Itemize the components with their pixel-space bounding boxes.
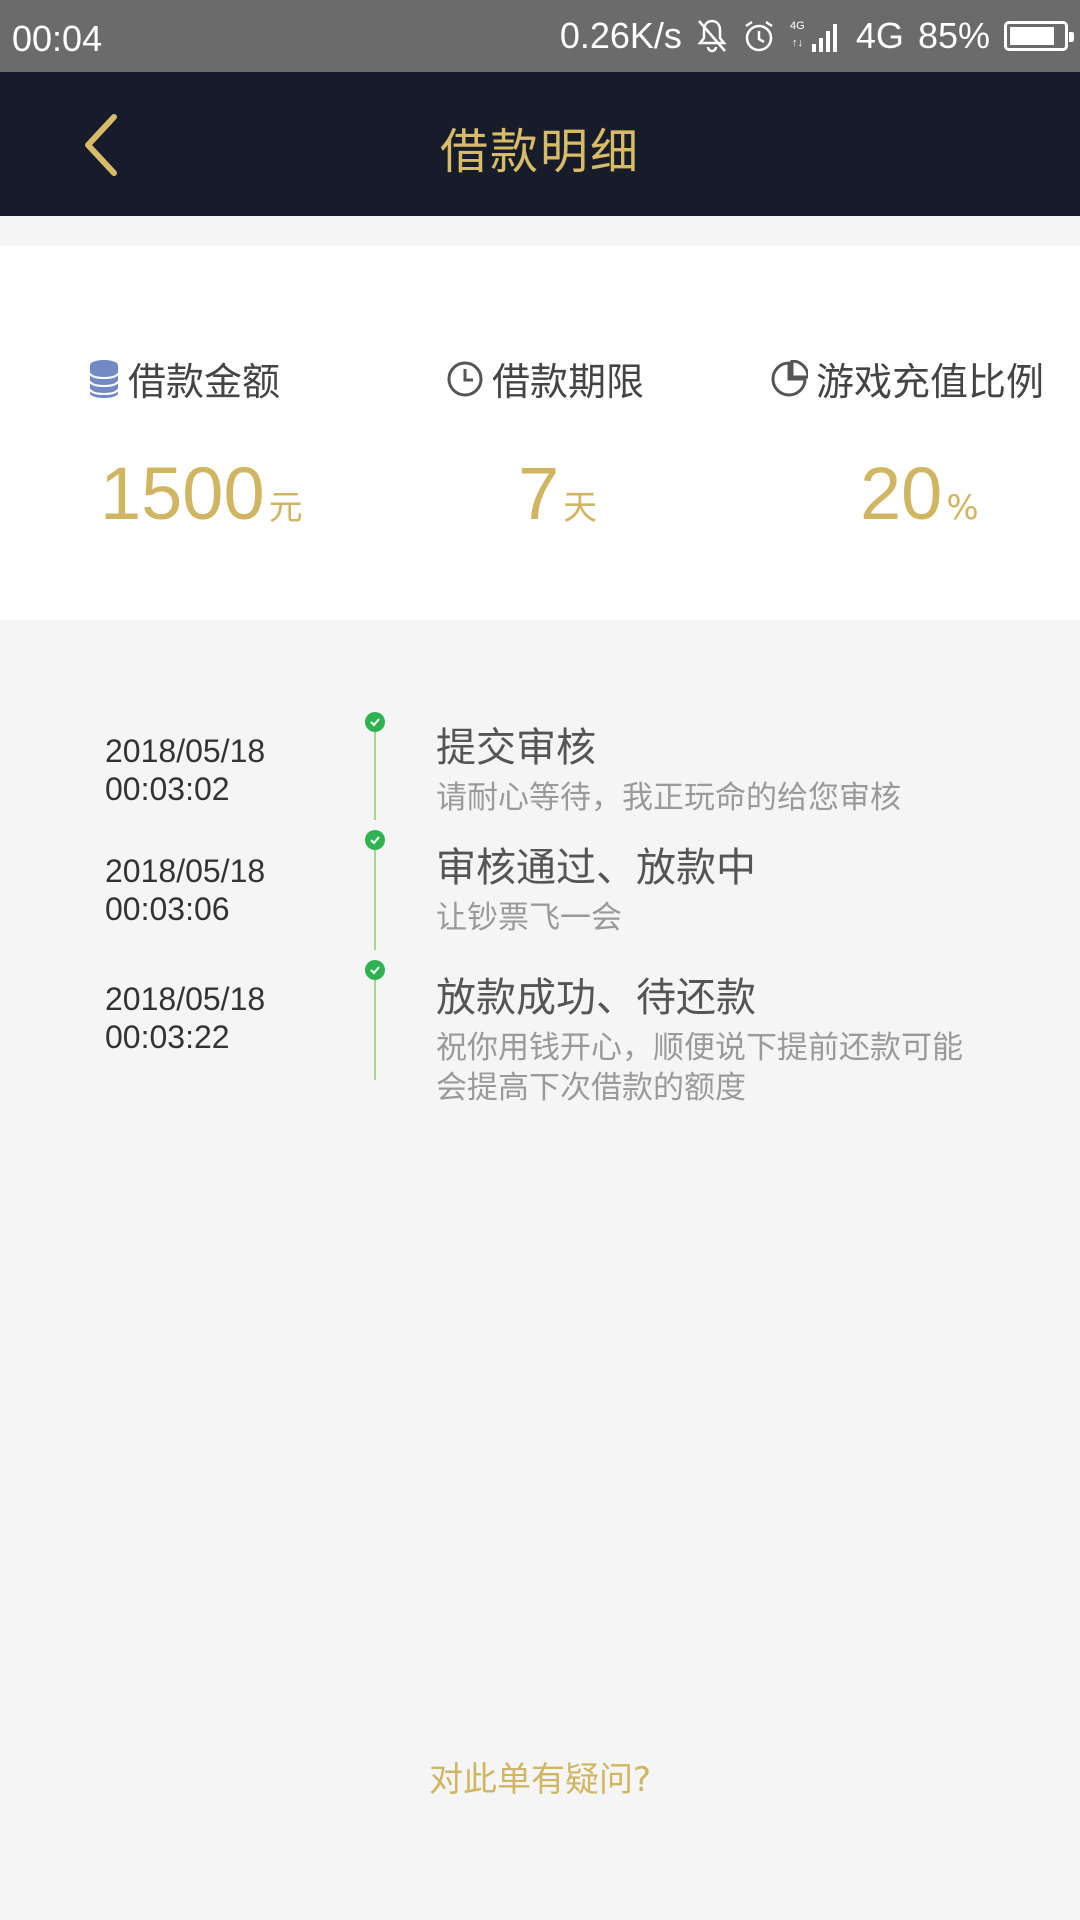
status-bar: 00:04 0.26K/s 4G ↑↓ 4G 85% xyxy=(0,0,1080,72)
summary-term: 借款期限 7天 xyxy=(360,246,720,620)
timeline-date: 2018/05/18 00:03:02 xyxy=(105,733,266,807)
amount-label: 借款金额 xyxy=(128,360,281,404)
pie-chart-icon xyxy=(771,359,808,396)
mute-icon xyxy=(696,18,728,54)
timeline-date: 2018/05/18 00:03:22 xyxy=(105,981,266,1055)
timeline-title: 审核通过、放款中 xyxy=(436,845,756,891)
clock-icon xyxy=(447,361,483,396)
term-label: 借款期限 xyxy=(492,360,645,404)
svg-text:↑↓: ↑↓ xyxy=(792,37,803,49)
amount-unit: 元 xyxy=(268,488,303,528)
timeline-desc: 请耐心等待，我正玩命的给您审核 xyxy=(436,780,901,816)
signal-icon: 4G ↑↓ xyxy=(790,18,842,54)
nav-bar: 借款明细 xyxy=(0,72,1080,216)
coin-stack-icon xyxy=(89,359,119,398)
term-unit: 天 xyxy=(563,488,598,528)
status-time: 00:04 xyxy=(12,18,103,59)
timeline-desc: 祝你用钱开心，顺便说下提前还款可能会提高下次借款的额度 xyxy=(436,1030,963,1106)
summary-ratio: 游戏充值比例 20% xyxy=(720,246,1080,620)
amount-value: 1500 xyxy=(100,452,265,535)
page-title: 借款明细 xyxy=(439,124,640,180)
network-speed: 0.26K/s xyxy=(559,15,682,56)
ratio-value: 20 xyxy=(860,452,943,535)
timeline-connector xyxy=(374,840,376,950)
check-circle-icon xyxy=(365,830,385,850)
timeline-title: 提交审核 xyxy=(436,725,596,771)
network-type: 4G xyxy=(855,15,904,56)
ratio-label: 游戏充值比例 xyxy=(816,360,1045,404)
timeline-date: 2018/05/18 00:03:06 xyxy=(105,853,266,927)
term-value: 7 xyxy=(518,452,560,535)
timeline-connector xyxy=(374,722,376,820)
timeline-connector xyxy=(374,970,376,1080)
svg-text:4G: 4G xyxy=(790,20,805,32)
summary-amount: 借款金额 1500 元 xyxy=(0,246,360,620)
loan-summary: 借款金额 1500 元 借款期限 7天 游戏充值比例 20% xyxy=(0,246,1080,620)
check-circle-icon xyxy=(365,712,385,732)
alarm-icon xyxy=(742,19,776,53)
timeline-title: 放款成功、待还款 xyxy=(436,975,756,1021)
ratio-unit: % xyxy=(946,488,979,528)
battery-percent: 85% xyxy=(917,15,990,56)
battery-icon xyxy=(1004,21,1074,51)
timeline-desc: 让钞票飞一会 xyxy=(436,900,622,936)
check-circle-icon xyxy=(365,960,385,980)
question-link[interactable]: 对此单有疑问? xyxy=(0,1752,1080,1801)
